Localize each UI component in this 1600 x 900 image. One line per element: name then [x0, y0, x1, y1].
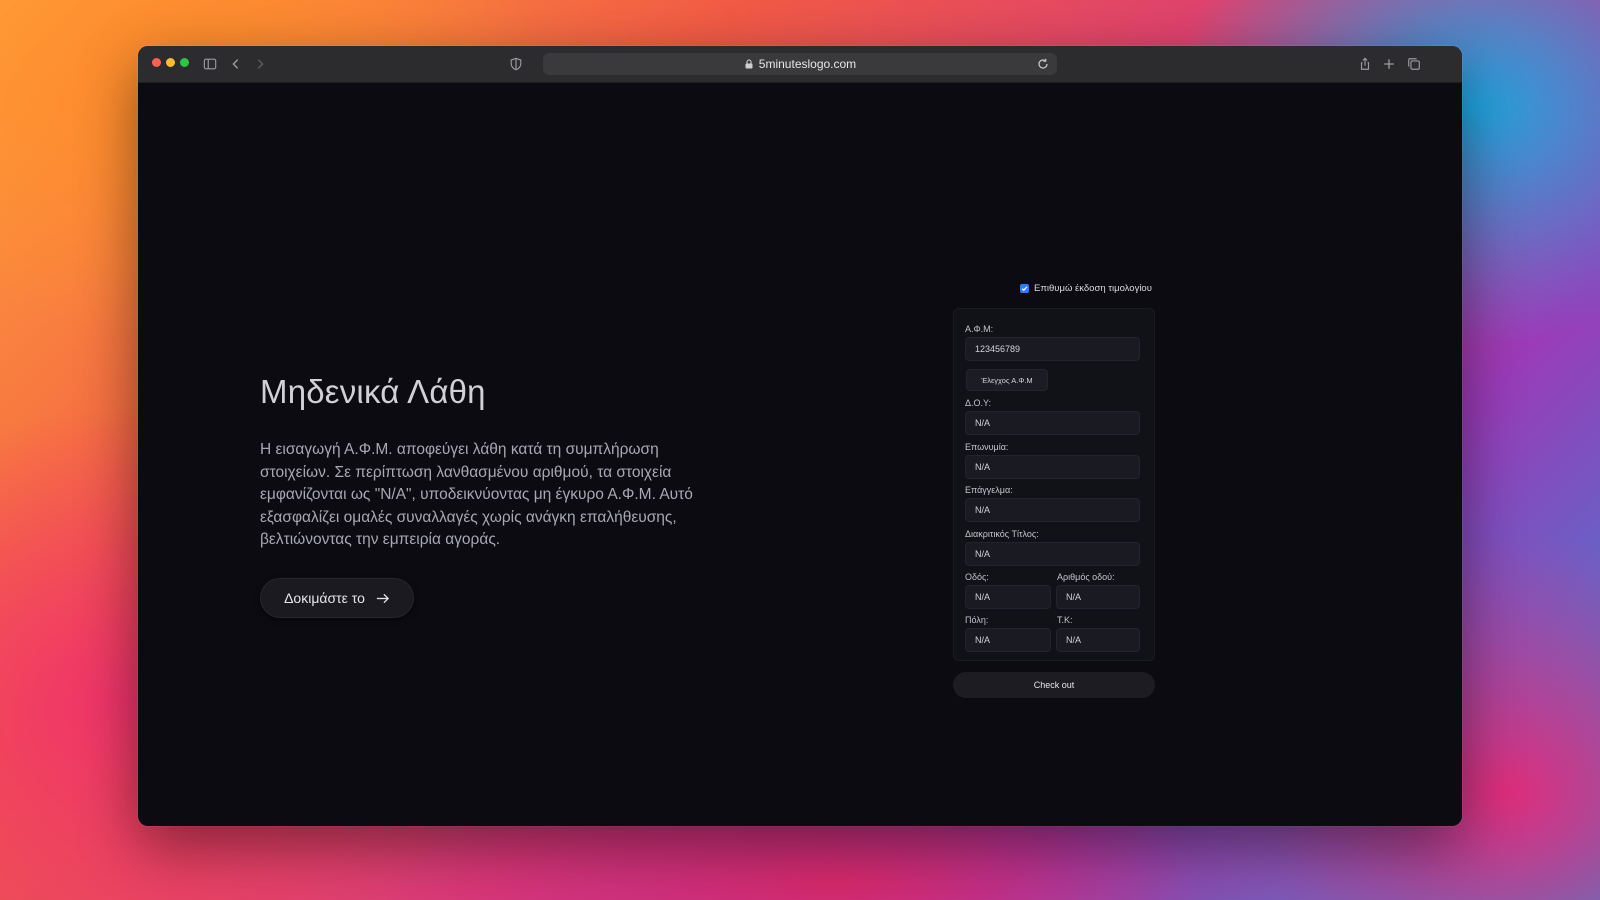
- hero-description: Η εισαγωγή Α.Φ.Μ. αποφεύγει λάθη κατά τη…: [260, 441, 693, 548]
- invoice-checkbox[interactable]: [1020, 284, 1029, 293]
- arrow-right-icon: [376, 593, 389, 603]
- lock-icon: [745, 59, 753, 69]
- afm-input[interactable]: 123456789: [965, 337, 1140, 361]
- try-it-button-label: Δοκιμάστε το: [284, 590, 365, 606]
- maximize-window-button[interactable]: [180, 58, 189, 67]
- afm-label: Α.Φ.Μ:: [965, 324, 994, 334]
- page-content: Μηδενικά Λάθη Η εισαγωγή Α.Φ.Μ. αποφεύγε…: [138, 83, 1462, 826]
- try-it-button[interactable]: Δοκιμάστε το: [260, 578, 414, 618]
- city-input[interactable]: N/A: [965, 628, 1051, 652]
- hero-title: Μηδενικά Λάθη: [260, 373, 486, 410]
- verify-afm-button[interactable]: Έλεγχος Α.Φ.Μ: [966, 369, 1048, 391]
- street-number-label: Αριθμός οδού:: [1057, 572, 1115, 582]
- forward-arrow-icon[interactable]: [250, 54, 270, 74]
- reload-icon[interactable]: [1037, 58, 1049, 70]
- profession-label: Επάγγελμα:: [965, 485, 1013, 495]
- street-input[interactable]: N/A: [965, 585, 1051, 609]
- url-text: 5minuteslogo.com: [758, 57, 857, 71]
- checkout-button[interactable]: Check out: [953, 672, 1155, 698]
- invoice-checkbox-row[interactable]: Επιθυμώ έκδοση τιμολογίου: [1020, 283, 1152, 294]
- trade-title-label: Διακριτικός Τίτλος:: [965, 529, 1039, 539]
- sidebar-toggle-icon[interactable]: [200, 54, 220, 74]
- back-arrow-icon[interactable]: [226, 54, 246, 74]
- invoice-form: Α.Φ.Μ: 123456789 Έλεγχος Α.Φ.Μ Δ.Ο.Υ: N/…: [953, 308, 1155, 661]
- street-label: Οδός:: [965, 572, 989, 582]
- tab-overview-icon[interactable]: [1404, 54, 1424, 74]
- doy-label: Δ.Ο.Υ:: [965, 398, 992, 408]
- invoice-checkbox-label: Επιθυμώ έκδοση τιμολογίου: [1034, 283, 1152, 294]
- postal-code-input[interactable]: N/A: [1056, 628, 1140, 652]
- close-window-button[interactable]: [152, 58, 161, 67]
- browser-window: 5minuteslogo.com Μηδενικά Λάθη Η εισαγωγ…: [138, 46, 1462, 826]
- checkmark-icon: [1021, 286, 1028, 292]
- city-label: Πόλη:: [965, 615, 989, 625]
- minimize-window-button[interactable]: [166, 58, 175, 67]
- profession-input[interactable]: N/A: [965, 498, 1140, 522]
- company-name-input[interactable]: N/A: [965, 455, 1140, 479]
- share-icon[interactable]: [1355, 54, 1375, 74]
- street-number-input[interactable]: N/A: [1056, 585, 1140, 609]
- address-bar[interactable]: 5minuteslogo.com: [543, 53, 1057, 75]
- new-tab-plus-icon[interactable]: [1379, 54, 1399, 74]
- trade-title-input[interactable]: N/A: [965, 542, 1140, 566]
- browser-toolbar: 5minuteslogo.com: [138, 46, 1462, 83]
- postal-code-label: Τ.Κ:: [1057, 615, 1073, 625]
- company-name-label: Επωνυμία:: [965, 442, 1009, 452]
- doy-input[interactable]: N/A: [965, 411, 1140, 435]
- privacy-shield-icon[interactable]: [506, 54, 526, 74]
